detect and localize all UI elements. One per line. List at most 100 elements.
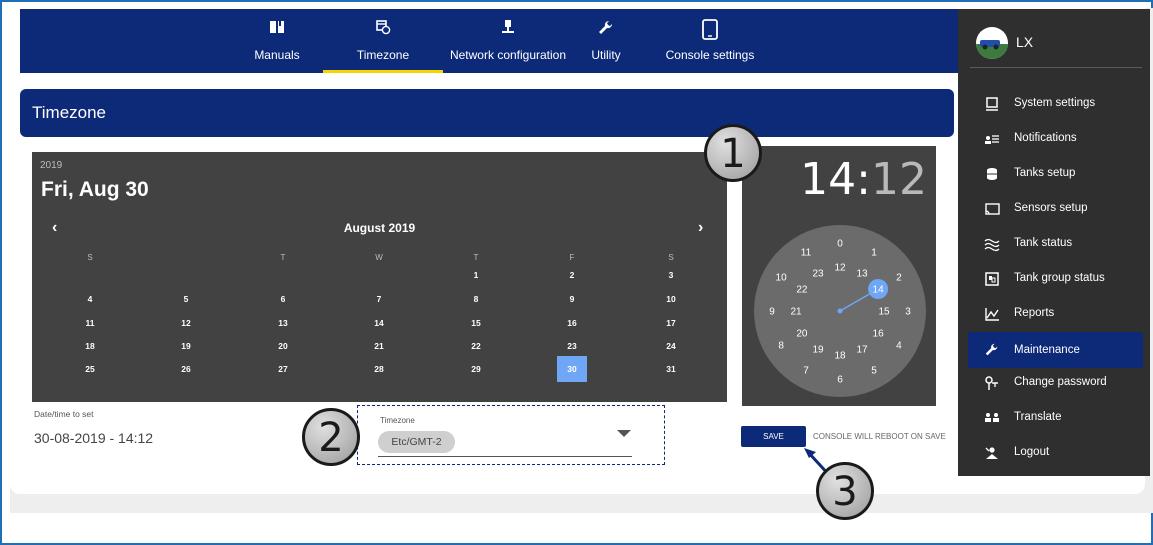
calendar-day[interactable]: 6 xyxy=(268,286,298,312)
sidebar-item-translate[interactable]: Translate xyxy=(968,402,1143,434)
tab-network-configuration[interactable]: Network configuration xyxy=(447,9,569,73)
sidebar-item-logout[interactable]: Logout xyxy=(968,437,1143,469)
calendar-day[interactable]: 28 xyxy=(364,356,394,382)
calendar-day[interactable]: 5 xyxy=(171,286,201,312)
calendar-day[interactable]: 26 xyxy=(171,356,201,382)
calendar-day[interactable]: 2 xyxy=(557,262,587,288)
sidebar-item-label: Reports xyxy=(1014,307,1055,319)
calendar-day[interactable]: 25 xyxy=(75,356,105,382)
top-navigation: Manuals Timezone Network configuration U… xyxy=(20,9,958,73)
weekday-label: W xyxy=(375,253,383,262)
clock-number[interactable]: 5 xyxy=(871,365,877,376)
clock-number[interactable]: 1 xyxy=(871,248,877,259)
sidebar-item-tank-group-status[interactable]: Tank group status xyxy=(968,263,1143,295)
calendar-day[interactable]: 4 xyxy=(75,286,105,312)
calendar-clock-icon xyxy=(323,19,443,47)
group-box-icon xyxy=(984,271,1002,287)
clock-number[interactable]: 12 xyxy=(834,263,846,274)
clock-center xyxy=(837,308,843,314)
chevron-down-icon[interactable] xyxy=(617,430,631,437)
sidebar-item-label: Maintenance xyxy=(1014,344,1080,356)
sidebar-item-label: Change password xyxy=(1014,376,1107,388)
waves-icon xyxy=(984,236,1002,252)
clock-number[interactable]: 2 xyxy=(896,273,902,284)
clock-number[interactable]: 23 xyxy=(812,268,824,279)
tab-network-label: Network configuration xyxy=(449,48,567,62)
wrench-icon xyxy=(984,342,1002,358)
calendar-day[interactable]: 1 xyxy=(461,262,491,288)
sidebar-item-label: Sensors setup xyxy=(1014,202,1088,214)
callout-1: 1 xyxy=(704,124,762,182)
calendar-day[interactable]: 27 xyxy=(268,356,298,382)
clock-number[interactable]: 21 xyxy=(790,307,802,318)
clock-number[interactable]: 3 xyxy=(905,307,911,318)
tab-manuals[interactable]: Manuals xyxy=(242,9,312,73)
clock-number[interactable]: 16 xyxy=(873,329,885,340)
clock-number[interactable]: 22 xyxy=(796,285,808,296)
calendar-day[interactable]: 10 xyxy=(656,286,686,312)
calendar-day-selected[interactable]: 30 xyxy=(557,356,587,382)
logout-icon xyxy=(984,445,1002,461)
clock-number[interactable]: 9 xyxy=(769,307,775,318)
sidebar-item-label: Tanks setup xyxy=(1014,167,1076,179)
calendar-day[interactable]: 8 xyxy=(461,286,491,312)
clock-number[interactable]: 14 xyxy=(873,285,885,296)
calendar-day[interactable]: 7 xyxy=(364,286,394,312)
clock-number[interactable]: 8 xyxy=(778,341,784,352)
sidebar-divider xyxy=(970,67,1142,68)
clock-number[interactable]: 11 xyxy=(801,248,812,259)
sidebar-item-tanks-setup[interactable]: Tanks setup xyxy=(968,158,1143,190)
calendar-day[interactable]: 31 xyxy=(656,356,686,382)
sidebar-header: LX xyxy=(958,9,1150,69)
clock-face[interactable]: 01234567891011121314151617181920212223 xyxy=(742,146,936,406)
clock-number[interactable]: 13 xyxy=(856,268,868,279)
clock-number[interactable]: 10 xyxy=(776,273,788,284)
sidebar-item-label: Tank status xyxy=(1014,237,1073,249)
clock-number[interactable]: 18 xyxy=(834,351,846,362)
sidebar-item-change-password[interactable]: Change password xyxy=(968,367,1143,399)
clock-number[interactable]: 7 xyxy=(803,365,809,376)
cast-icon xyxy=(984,201,1002,217)
next-month-button[interactable]: › xyxy=(698,219,703,237)
clock-number[interactable]: 19 xyxy=(812,345,824,356)
clock-number[interactable]: 15 xyxy=(878,307,890,318)
timezone-underline xyxy=(378,456,632,457)
sidebar-item-system-settings[interactable]: System settings xyxy=(968,88,1143,120)
right-sidebar: LX System settings Notifications Tanks s… xyxy=(958,9,1150,476)
calendar-selected-date[interactable]: Fri, Aug 30 xyxy=(41,178,149,202)
clock-number[interactable]: 0 xyxy=(837,239,843,250)
clock-number[interactable]: 20 xyxy=(796,329,808,340)
sidebar-item-label: Tank group status xyxy=(1014,272,1105,284)
tab-console-settings[interactable]: Console settings xyxy=(657,9,763,73)
clock-number[interactable]: 4 xyxy=(896,341,902,352)
sidebar-item-maintenance[interactable]: Maintenance xyxy=(968,332,1143,368)
callout-2: 2 xyxy=(302,408,360,466)
avatar[interactable] xyxy=(976,27,1008,59)
timezone-label: Timezone xyxy=(380,416,415,425)
callout-3: 3 xyxy=(816,462,874,520)
sidebar-item-reports[interactable]: Reports xyxy=(968,298,1143,330)
key-icon xyxy=(984,375,1002,391)
tab-timezone[interactable]: Timezone xyxy=(323,9,443,73)
timezone-select[interactable]: Etc/GMT-2 xyxy=(378,431,455,453)
calendar-day[interactable]: 3 xyxy=(656,262,686,288)
clock-number[interactable]: 17 xyxy=(856,345,868,356)
sidebar-item-tank-status[interactable]: Tank status xyxy=(968,228,1143,260)
tab-utility-label: Utility xyxy=(591,48,621,62)
book-icon xyxy=(242,19,312,47)
tab-utility[interactable]: Utility xyxy=(578,9,634,73)
calendar-day[interactable]: 29 xyxy=(461,356,491,382)
calendar-day[interactable]: 9 xyxy=(557,286,587,312)
notifications-icon xyxy=(984,131,1002,147)
page-title: Timezone xyxy=(20,89,954,137)
sidebar-item-label: Logout xyxy=(1014,446,1050,458)
tab-console-label: Console settings xyxy=(665,48,755,62)
tab-manuals-label: Manuals xyxy=(254,48,300,62)
clock-number[interactable]: 6 xyxy=(837,375,843,386)
calendar-year[interactable]: 2019 xyxy=(40,160,62,171)
sidebar-item-notifications[interactable]: Notifications xyxy=(968,123,1143,155)
save-button[interactable]: SAVE xyxy=(741,426,806,447)
chart-icon xyxy=(984,306,1002,322)
calendar-month-label: August 2019 xyxy=(343,221,416,235)
sidebar-item-sensors-setup[interactable]: Sensors setup xyxy=(968,193,1143,225)
